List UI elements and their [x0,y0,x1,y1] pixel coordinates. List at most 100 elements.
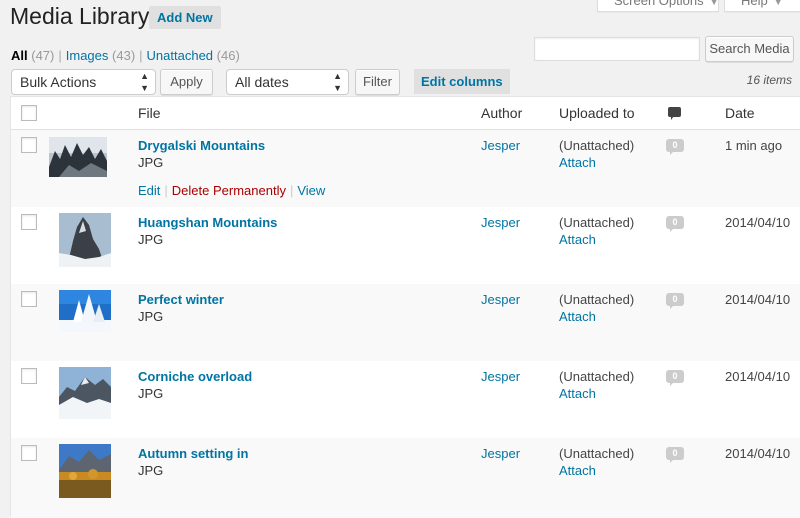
select-all-checkbox[interactable] [21,105,37,121]
comment-count-bubble[interactable]: 0 [666,293,684,309]
landscape-thumbnail-image [59,444,111,498]
file-title[interactable]: Perfect winter [138,292,224,307]
thumbnail-autumn[interactable] [59,444,111,498]
uploaded-to: (Unattached) Attach [559,214,634,248]
row-checkbox[interactable] [21,137,37,153]
attach-link[interactable]: Attach [559,463,596,478]
mountain-thumbnail-image [59,367,111,419]
row-checkbox[interactable] [21,291,37,307]
table-row: Perfect winter JPG Jesper (Unattached) A… [11,284,800,361]
uploaded-to: (Unattached) Attach [559,137,634,171]
file-title[interactable]: Autumn setting in [138,446,249,461]
file-title[interactable]: Drygalski Mountains [138,138,265,153]
file-type: JPG [138,386,164,401]
upload-date: 2014/04/10 [725,215,791,230]
select-arrows-icon: ▲ ▼ [140,71,149,93]
unattached-label: (Unattached) [559,369,635,384]
filter-images-count: (43) [112,48,136,63]
author-link[interactable]: Jesper [481,446,520,461]
filter-button[interactable]: Filter [355,69,400,95]
file-title[interactable]: Corniche overload [138,369,252,384]
filter-unattached[interactable]: Unattached (46) [147,48,240,63]
author-link[interactable]: Jesper [481,215,520,230]
table-row: Autumn setting in JPG Jesper (Unattached… [11,438,800,518]
column-author: Author [481,105,523,121]
search-input[interactable] [534,37,700,61]
row-actions: Edit | Delete Permanently | View [138,183,325,198]
separator: | [289,183,294,198]
bulk-actions-select[interactable]: Bulk Actions ▲ ▼ [11,69,156,95]
comment-count-bubble[interactable]: 0 [666,447,684,463]
author-link[interactable]: Jesper [481,138,520,153]
separator: | [139,48,143,63]
file-title[interactable]: Huangshan Mountains [138,215,277,230]
mountain-thumbnail-image [59,213,111,267]
upload-date: 2014/04/10 [725,369,791,384]
file-type: JPG [138,155,164,170]
row-checkbox[interactable] [21,368,37,384]
upload-date: 1 min ago [725,138,783,153]
comment-count-bubble[interactable]: 0 [666,370,684,386]
author-link[interactable]: Jesper [481,292,520,307]
help-tab[interactable]: Help ▼ [724,0,800,12]
thumbnail-perfect-winter[interactable] [59,290,111,332]
author-link[interactable]: Jesper [481,369,520,384]
search-media-button[interactable]: Search Media [705,36,794,62]
mountain-thumbnail-image [49,137,107,177]
chevron-down-icon: ▼ [773,0,783,7]
apply-button[interactable]: Apply [160,69,213,95]
dates-select[interactable]: All dates ▲ ▼ [226,69,349,95]
edit-columns-button[interactable]: Edit columns [414,69,510,94]
comment-icon[interactable] [668,107,681,120]
unattached-label: (Unattached) [559,215,635,230]
add-new-button[interactable]: Add New [149,6,221,29]
chevron-down-icon: ▼ [709,0,719,7]
media-table: File Author Uploaded to Date Drygalski M… [10,96,800,518]
column-date[interactable]: Date [725,105,755,121]
column-uploaded-to[interactable]: Uploaded to [559,105,635,121]
attach-link[interactable]: Attach [559,309,596,324]
filter-all-label: All [11,48,28,63]
screen-options-label: Screen Options [614,0,704,8]
screen-options-tab[interactable]: Screen Options ▼ [597,0,719,12]
table-row: Corniche overload JPG Jesper (Unattached… [11,361,800,438]
uploaded-to: (Unattached) Attach [559,291,634,325]
column-file[interactable]: File [138,105,161,121]
separator: | [164,183,168,198]
attach-link[interactable]: Attach [559,155,596,170]
separator: | [58,48,62,63]
media-view-filters: All (47) | Images (43) | Unattached (46) [11,48,240,63]
comment-count-bubble[interactable]: 0 [666,139,684,155]
winter-thumbnail-image [59,290,111,332]
filter-all[interactable]: All (47) [11,48,54,63]
filter-images[interactable]: Images (43) [66,48,135,63]
thumbnail-drygalski[interactable] [49,137,107,177]
uploaded-to: (Unattached) Attach [559,445,634,479]
dates-value: All dates [235,74,289,90]
unattached-label: (Unattached) [559,292,635,307]
comment-count-bubble[interactable]: 0 [666,216,684,232]
help-label: Help [741,0,768,8]
row-checkbox[interactable] [21,214,37,230]
file-type: JPG [138,463,164,478]
table-row: Huangshan Mountains JPG Jesper (Unattach… [11,207,800,284]
file-type: JPG [138,232,164,247]
edit-link[interactable]: Edit [138,183,160,198]
unattached-label: (Unattached) [559,138,635,153]
delete-permanently-link[interactable]: Delete Permanently [172,183,286,198]
view-link[interactable]: View [297,183,325,198]
unattached-label: (Unattached) [559,446,635,461]
table-row: Drygalski Mountains JPG Edit | Delete Perm… [11,130,800,207]
filter-images-label: Images [65,48,109,63]
thumbnail-huangshan[interactable] [59,213,111,267]
select-arrows-icon: ▲ ▼ [333,71,342,93]
items-count: 16 items [746,73,792,87]
bulk-actions-value: Bulk Actions [20,74,97,90]
attach-link[interactable]: Attach [559,386,596,401]
filter-unattached-label: Unattached [146,48,214,63]
upload-date: 2014/04/10 [725,292,791,307]
filter-unattached-count: (46) [216,48,240,63]
attach-link[interactable]: Attach [559,232,596,247]
thumbnail-corniche[interactable] [59,367,111,419]
row-checkbox[interactable] [21,445,37,461]
